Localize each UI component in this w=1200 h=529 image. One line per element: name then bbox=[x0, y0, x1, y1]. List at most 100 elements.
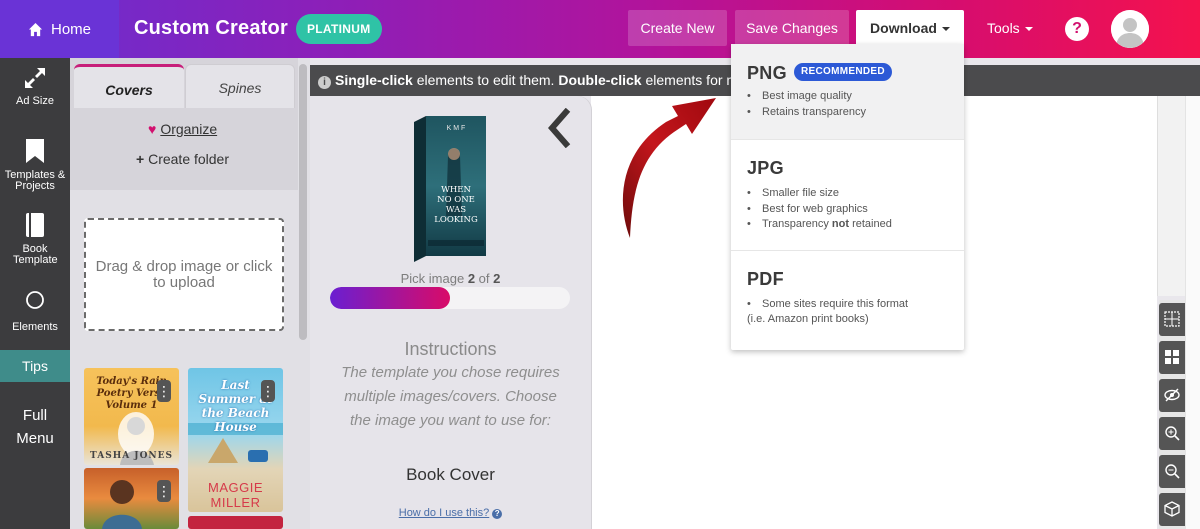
tab-spines[interactable]: Spines bbox=[185, 64, 295, 108]
option-format: PNG bbox=[747, 63, 787, 83]
side-toolbar bbox=[1159, 300, 1185, 529]
left-nav: Ad Size Templates & Projects Book Templa… bbox=[0, 58, 70, 529]
save-changes-button[interactable]: Save Changes bbox=[735, 10, 849, 46]
nav-ad-size[interactable]: Ad Size bbox=[0, 66, 70, 107]
download-dropdown: PNG RECOMMENDED Best image quality Retai… bbox=[731, 44, 964, 350]
pick-current: 2 bbox=[467, 271, 476, 286]
pick-total: 2 bbox=[493, 271, 501, 286]
bullet: Best for web graphics bbox=[747, 202, 892, 218]
red-curved-arrow-icon bbox=[622, 98, 716, 238]
nav-label: Templates & Projects bbox=[4, 169, 66, 192]
instructions-body: The template you chose requires multiple… bbox=[341, 364, 560, 429]
canvas-scrollbar[interactable] bbox=[1185, 96, 1200, 529]
create-new-button[interactable]: Create New bbox=[628, 10, 727, 46]
bullet: Best image quality bbox=[747, 89, 866, 105]
full-menu-label: Full bbox=[22, 407, 48, 424]
cover-thumbnail[interactable] bbox=[84, 468, 179, 529]
pick-prefix: Pick image bbox=[400, 271, 465, 286]
canvas-edge bbox=[1157, 96, 1185, 296]
question-icon: ? bbox=[492, 509, 503, 519]
option-bullets: Some sites require this format bbox=[747, 297, 908, 313]
upload-dropzone[interactable]: Drag & drop image or click to upload bbox=[84, 218, 284, 331]
download-button[interactable]: Download bbox=[856, 10, 964, 46]
cover-thumbnail[interactable]: Last Summer at the Beach House MAGGIE MI… bbox=[188, 368, 283, 512]
more-options-icon[interactable] bbox=[157, 480, 171, 502]
bullet-text: retained bbox=[849, 218, 892, 230]
help-icon[interactable]: ? bbox=[1065, 17, 1089, 41]
nav-book-template[interactable]: Book Template bbox=[0, 212, 70, 266]
organize-link[interactable]: ♥ Organize bbox=[148, 121, 217, 137]
caret-down-icon bbox=[941, 27, 950, 32]
top-bar: Home Custom Creator PLATINUM Create New … bbox=[0, 0, 1200, 58]
book-cover-preview[interactable]: K M F WHEN NO ONE WAS LOOKING bbox=[414, 116, 486, 262]
pick-image-counter: Pick image 2 of 2 bbox=[310, 271, 591, 286]
book-author-text: K M F bbox=[447, 125, 466, 132]
bullet-emphasis: not bbox=[831, 218, 850, 230]
pdf-note: (i.e. Amazon print books) bbox=[747, 313, 869, 325]
thumbnail-author: MAGGIE MILLER bbox=[207, 480, 263, 510]
home-icon bbox=[28, 22, 43, 36]
more-options-icon[interactable] bbox=[261, 380, 275, 402]
home-button[interactable]: Home bbox=[0, 0, 119, 58]
zoom-out-button[interactable] bbox=[1159, 455, 1185, 488]
how-to-use-label: How do I use this? bbox=[398, 507, 490, 519]
book-title-line: WHEN bbox=[441, 185, 471, 195]
create-folder-label: Create folder bbox=[148, 151, 230, 167]
heart-icon: ♥ bbox=[148, 121, 157, 137]
more-options-icon[interactable] bbox=[157, 380, 171, 402]
cover-thumbnail[interactable]: Today's Rain Poetry Verse Volume 1 TASHA… bbox=[84, 368, 179, 465]
download-option-pdf[interactable]: PDF Some sites require this format (i.e.… bbox=[731, 250, 964, 350]
bullet-text: Transparency bbox=[762, 218, 832, 230]
nav-label: Ad Size bbox=[16, 95, 54, 107]
nav-templates-projects[interactable]: Templates & Projects bbox=[0, 138, 70, 192]
organize-label: Organize bbox=[160, 121, 218, 137]
eye-slash-icon bbox=[1164, 388, 1180, 402]
grid-tool-button[interactable] bbox=[1159, 303, 1185, 336]
visibility-tool-button[interactable] bbox=[1159, 379, 1185, 412]
bookmark-icon bbox=[26, 139, 44, 163]
covers-panel: Covers Spines ♥ Organize + Create folder … bbox=[70, 58, 310, 529]
panel-scrollbar-thumb[interactable] bbox=[299, 64, 307, 340]
nav-tips[interactable]: Tips bbox=[0, 350, 70, 382]
tab-covers[interactable]: Covers bbox=[74, 64, 184, 108]
option-bullets: Best image quality Retains transparency bbox=[747, 89, 866, 120]
instructions-title: Instructions bbox=[404, 339, 497, 359]
info-bold-single-click: Single-click bbox=[335, 72, 413, 88]
option-bullets: Smaller file size Best for web graphics … bbox=[747, 186, 892, 233]
cover-thumbnail[interactable] bbox=[188, 516, 283, 529]
tools-label: Tools bbox=[987, 20, 1020, 36]
info-bold-double-click: Double-click bbox=[558, 72, 642, 88]
caret-down-icon bbox=[1024, 27, 1033, 32]
tools-menu-button[interactable]: Tools bbox=[987, 20, 1033, 36]
zoom-in-button[interactable] bbox=[1159, 417, 1185, 450]
app-title: Custom Creator bbox=[134, 17, 288, 39]
how-to-use-link[interactable]: How do I use this?? bbox=[310, 507, 591, 519]
bullet: Retains transparency bbox=[747, 105, 866, 121]
info-text: elements to edit them. bbox=[412, 72, 559, 88]
pick-progress-fill bbox=[330, 287, 450, 309]
recommended-badge: RECOMMENDED bbox=[794, 63, 892, 81]
download-option-jpg[interactable]: JPG Smaller file size Best for web graph… bbox=[731, 139, 964, 250]
nav-label: Book Template bbox=[13, 243, 58, 266]
plan-badge: PLATINUM bbox=[296, 14, 382, 44]
create-folder-button[interactable]: + Create folder bbox=[136, 151, 229, 167]
nav-elements[interactable]: Elements bbox=[0, 290, 70, 333]
home-label: Home bbox=[50, 20, 91, 38]
user-avatar[interactable] bbox=[1111, 10, 1149, 48]
plus-icon: + bbox=[136, 151, 145, 167]
download-label: Download bbox=[870, 20, 937, 36]
pick-image-card: K M F WHEN NO ONE WAS LOOKING Pick image… bbox=[310, 96, 591, 529]
book-title-line: NO ONE bbox=[437, 195, 475, 205]
info-icon: i bbox=[318, 76, 331, 89]
bullet: Some sites require this format bbox=[747, 297, 908, 313]
book-title-line: WAS bbox=[446, 205, 466, 215]
nav-full-menu[interactable]: Full Menu bbox=[0, 404, 70, 450]
pick-progress-bar bbox=[330, 287, 570, 309]
download-option-png[interactable]: PNG RECOMMENDED Best image quality Retai… bbox=[731, 44, 964, 139]
zoom-in-icon bbox=[1165, 426, 1180, 441]
bullet: Transparency not retained bbox=[747, 217, 892, 233]
3d-box-tool-button[interactable] bbox=[1159, 493, 1185, 526]
pick-of: of bbox=[478, 271, 490, 286]
collapse-chevron-icon[interactable] bbox=[546, 108, 572, 148]
layout-tool-button[interactable] bbox=[1159, 341, 1185, 374]
